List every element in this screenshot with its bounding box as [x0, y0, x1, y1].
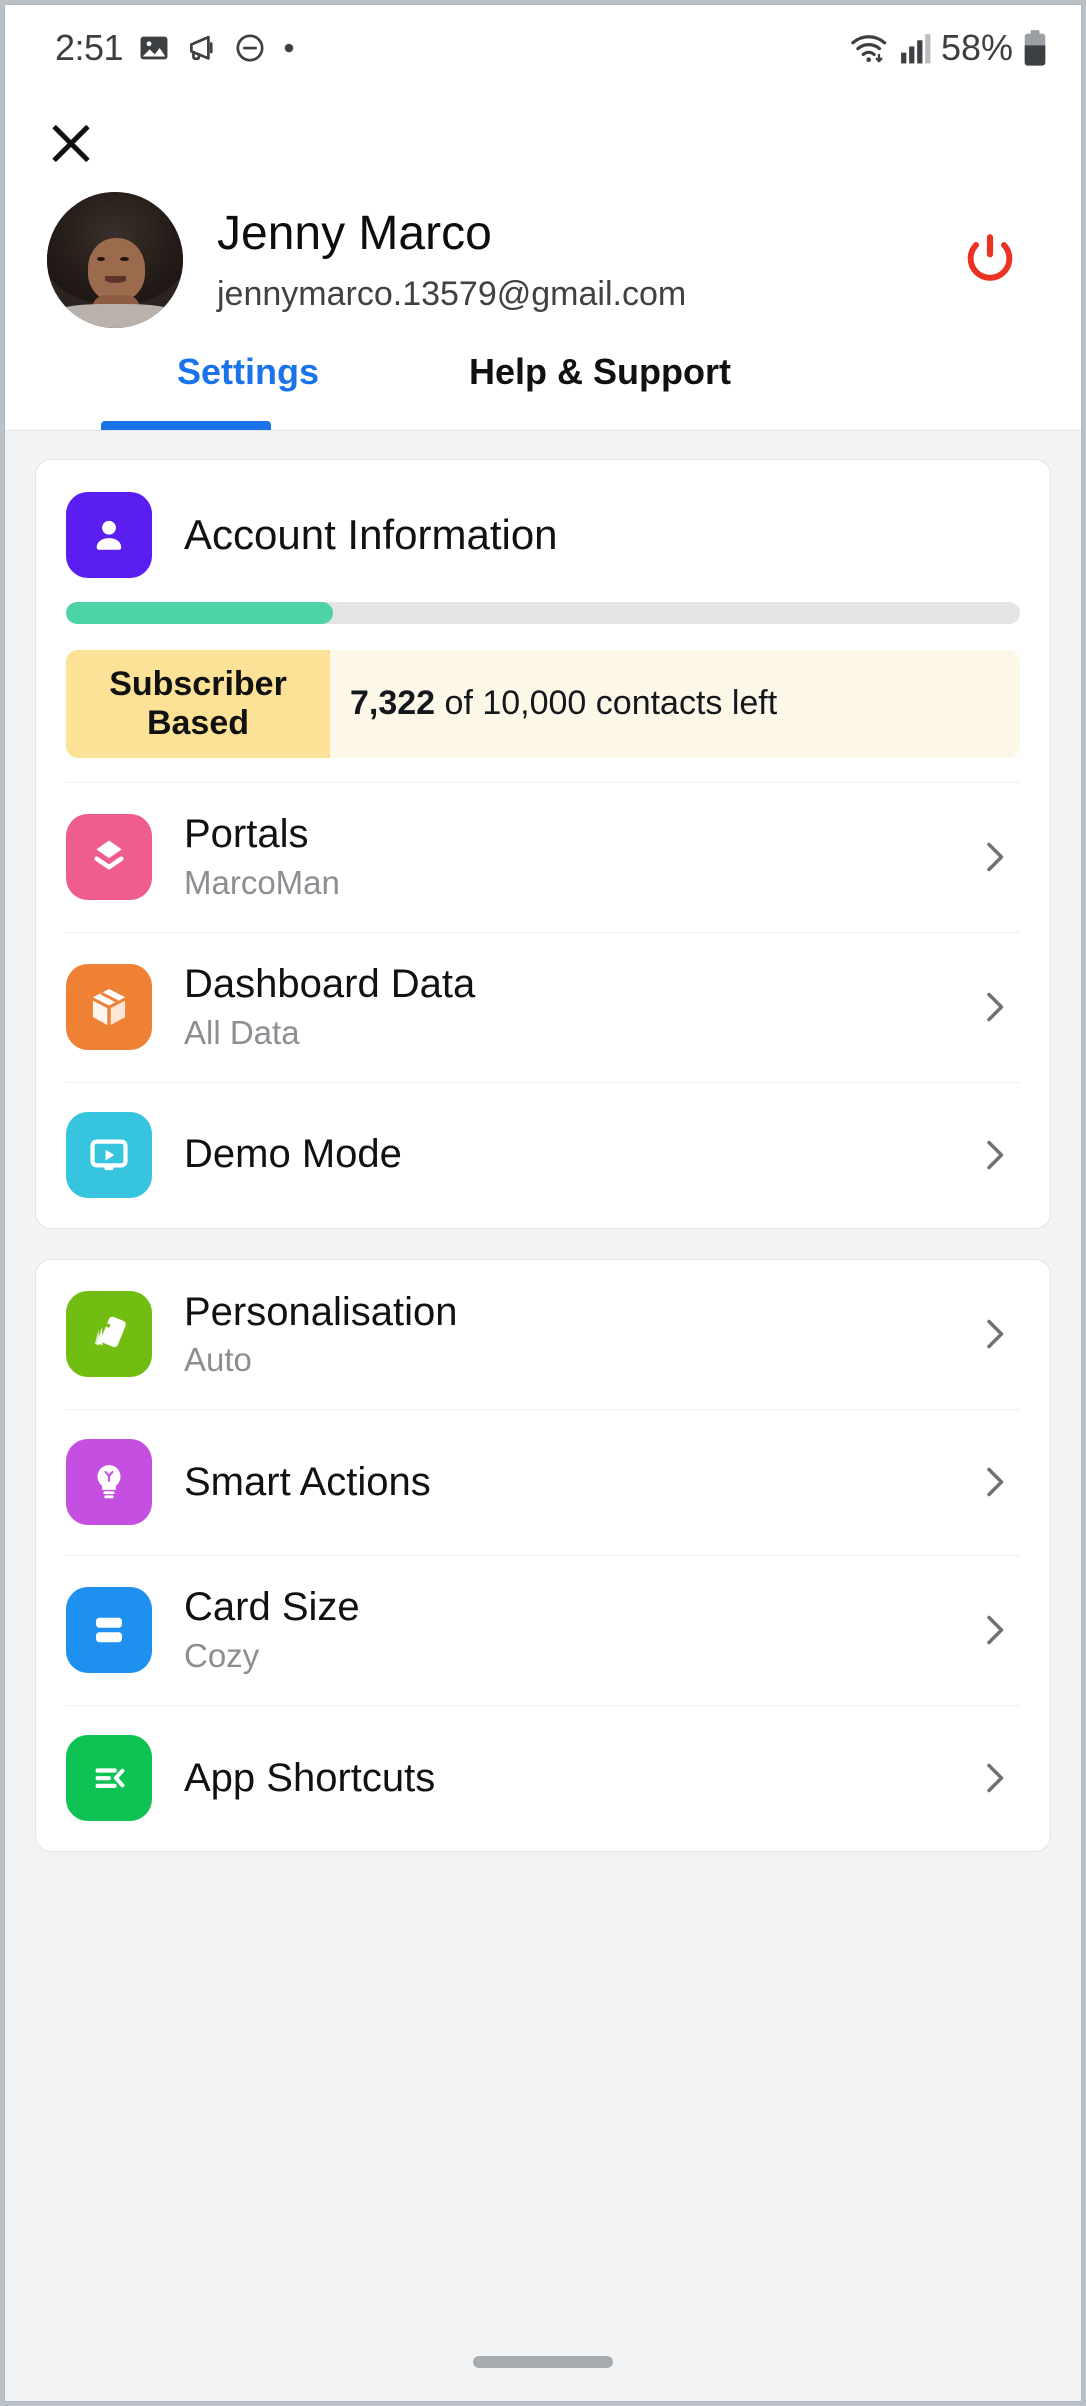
layers-icon [86, 834, 132, 880]
do-not-disturb-icon [233, 31, 267, 65]
row-personalisation[interactable]: Personalisation Auto [36, 1260, 1050, 1410]
battery-icon [1023, 29, 1047, 67]
close-button-row [5, 91, 1081, 169]
tab-settings[interactable]: Settings [103, 339, 393, 431]
status-bar-clock: 2:51 [55, 27, 123, 69]
person-icon [86, 512, 132, 558]
row-portals[interactable]: Portals MarcoMan [36, 782, 1050, 932]
theme-icon-tile [66, 1291, 152, 1377]
logout-button[interactable] [955, 225, 1025, 295]
row-card-size[interactable]: Card Size Cozy [36, 1555, 1050, 1705]
person-icon-tile [66, 492, 152, 578]
row-app-shortcuts-title: App Shortcuts [184, 1756, 974, 1801]
row-demo-mode-text: Demo Mode [184, 1132, 974, 1177]
row-demo-mode-title: Demo Mode [184, 1132, 974, 1177]
theme-icon [86, 1311, 132, 1357]
chevron-right-icon[interactable] [974, 1135, 1014, 1175]
profile-text: Jenny Marco jennymarco.13579@gmail.com [217, 205, 955, 315]
demo-screen-icon-tile [66, 1112, 152, 1198]
avatar[interactable] [47, 192, 183, 328]
dot-icon [281, 40, 297, 56]
row-dashboard-data-title: Dashboard Data [184, 962, 974, 1007]
subscription-quota-banner: Subscriber Based 7,322 of 10,000 contact… [66, 650, 1020, 758]
subscription-plan-badge: Subscriber Based [66, 650, 330, 758]
row-dashboard-data-text: Dashboard Data All Data [184, 962, 974, 1052]
chevron-right-icon[interactable] [974, 1758, 1014, 1798]
close-icon[interactable] [45, 117, 97, 169]
account-information-header[interactable]: Account Information [36, 460, 1050, 596]
power-icon [959, 229, 1021, 291]
row-card-size-text: Card Size Cozy [184, 1585, 974, 1675]
chevron-right-icon[interactable] [974, 1610, 1014, 1650]
contacts-progress-track [66, 602, 1020, 624]
profile-block: Jenny Marco jennymarco.13579@gmail.com [5, 169, 1081, 339]
wifi-icon [849, 29, 889, 67]
app-shortcuts-icon-tile [66, 1735, 152, 1821]
row-dashboard-data[interactable]: Dashboard Data All Data [36, 932, 1050, 1082]
chevron-right-icon[interactable] [974, 987, 1014, 1027]
row-dashboard-data-subtitle: All Data [184, 1015, 974, 1052]
row-app-shortcuts-text: App Shortcuts [184, 1756, 974, 1801]
user-name: Jenny Marco [217, 205, 955, 263]
tab-help-and-support[interactable]: Help & Support [435, 339, 765, 431]
status-bar: 2:51 [5, 5, 1081, 91]
row-portals-title: Portals [184, 812, 974, 857]
row-portals-text: Portals MarcoMan [184, 812, 974, 902]
contacts-left-value: 7,322 [350, 684, 435, 722]
row-card-size-title: Card Size [184, 1585, 974, 1630]
row-demo-mode[interactable]: Demo Mode [36, 1082, 1050, 1228]
layers-icon-tile [66, 814, 152, 900]
chevron-right-icon[interactable] [974, 1462, 1014, 1502]
megaphone-icon [185, 31, 219, 65]
row-smart-actions[interactable]: Smart Actions [36, 1409, 1050, 1555]
home-indicator[interactable] [473, 2356, 613, 2368]
row-personalisation-text: Personalisation Auto [184, 1290, 974, 1380]
account-information-title: Account Information [184, 511, 558, 559]
row-smart-actions-title: Smart Actions [184, 1460, 974, 1505]
row-card-size-subtitle: Cozy [184, 1638, 974, 1675]
lightbulb-icon [86, 1459, 132, 1505]
app-shortcuts-icon [86, 1755, 132, 1801]
row-app-shortcuts[interactable]: App Shortcuts [36, 1705, 1050, 1851]
package-icon [86, 984, 132, 1030]
phone-screen: 2:51 [4, 4, 1082, 2402]
status-bar-right: 58% [849, 27, 1047, 69]
demo-screen-icon [86, 1132, 132, 1178]
card-size-icon-tile [66, 1587, 152, 1673]
lightbulb-icon-tile [66, 1439, 152, 1525]
status-bar-left: 2:51 [55, 27, 297, 69]
preferences-rows: Personalisation Auto [36, 1260, 1050, 1852]
cellular-signal-icon [899, 31, 931, 65]
card-size-icon [86, 1607, 132, 1653]
profile-header: Jenny Marco jennymarco.13579@gmail.com S… [5, 91, 1081, 431]
contacts-progress-wrap [36, 596, 1050, 624]
chevron-right-icon[interactable] [974, 1314, 1014, 1354]
row-portals-subtitle: MarcoMan [184, 865, 974, 902]
package-icon-tile [66, 964, 152, 1050]
account-information-card: Account Information Subscriber Based 7,3… [35, 459, 1051, 1229]
preferences-card: Personalisation Auto [35, 1259, 1051, 1853]
settings-content: Account Information Subscriber Based 7,3… [5, 431, 1081, 1852]
user-email: jennymarco.13579@gmail.com [217, 274, 955, 315]
account-rows: Portals MarcoMan [36, 782, 1050, 1228]
row-personalisation-title: Personalisation [184, 1290, 974, 1335]
tab-bar: Settings Help & Support [5, 339, 1081, 431]
image-icon [137, 31, 171, 65]
contacts-left-rest: of 10,000 contacts left [435, 684, 777, 722]
row-smart-actions-text: Smart Actions [184, 1460, 974, 1505]
system-navigation-bar [5, 2323, 1081, 2401]
row-personalisation-subtitle: Auto [184, 1342, 974, 1379]
chevron-right-icon[interactable] [974, 837, 1014, 877]
contacts-progress-fill [66, 602, 333, 624]
contacts-left-text: 7,322 of 10,000 contacts left [330, 650, 1020, 758]
battery-percent-label: 58% [941, 27, 1013, 69]
tab-active-indicator [101, 421, 271, 430]
